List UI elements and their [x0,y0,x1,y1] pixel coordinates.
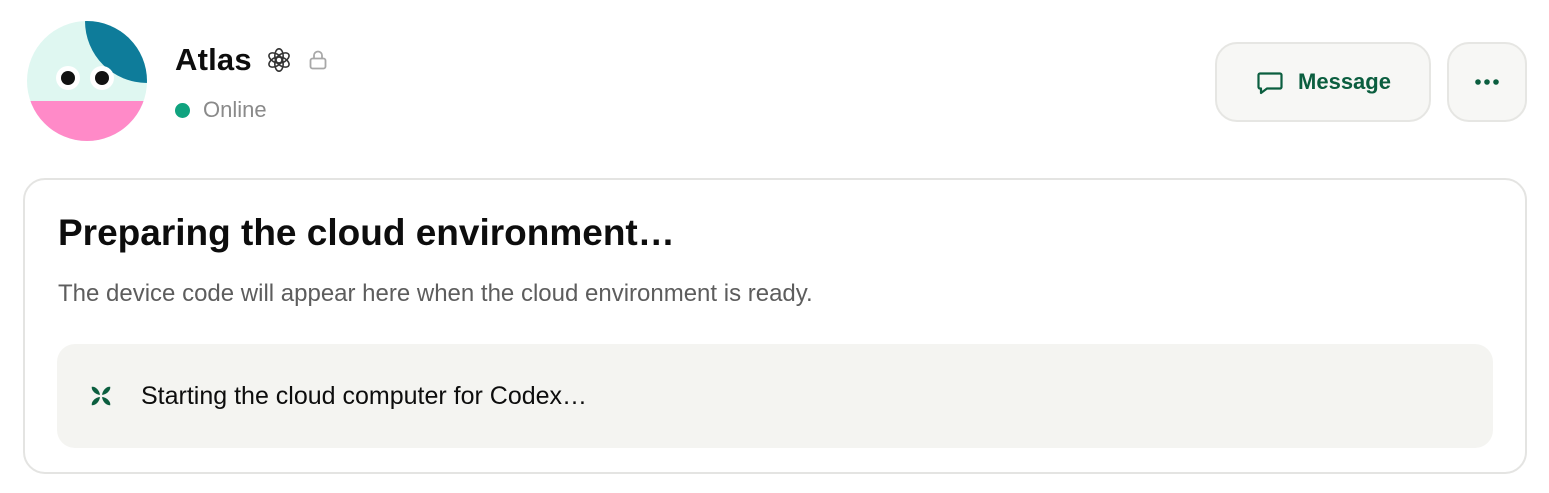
presence-status: Online [175,95,267,125]
openai-logo-icon [266,47,292,73]
spinner-icon [86,381,116,411]
agent-name: Atlas [175,42,252,77]
environment-status-card: Preparing the cloud environment… The dev… [23,178,1527,474]
card-title: Preparing the cloud environment… [58,212,675,253]
more-options-button[interactable] [1447,42,1527,122]
progress-message: Starting the cloud computer for Codex… [141,382,588,410]
lock-icon [306,48,330,72]
chat-bubble-icon [1255,67,1285,97]
message-button-label: Message [1298,69,1391,94]
progress-panel: Starting the cloud computer for Codex… [57,344,1493,448]
agent-profile-page: Atlas Online Message Preparing the cloud… [0,0,1549,493]
online-indicator [175,102,190,118]
avatar [27,21,147,141]
card-description: The device code will appear here when th… [58,280,813,307]
ellipsis-icon [1474,73,1500,91]
status-label: Online [203,97,267,122]
message-button[interactable]: Message [1215,42,1431,122]
